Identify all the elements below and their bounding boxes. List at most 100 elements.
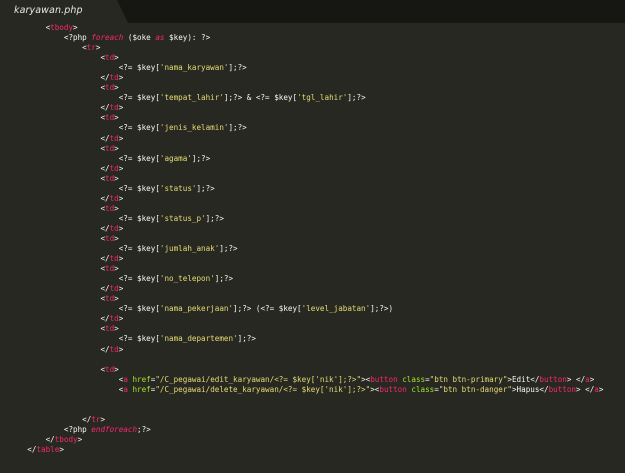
- code-token: td: [105, 233, 115, 243]
- code-token: </: [100, 193, 110, 203]
- code-token: >: [95, 43, 101, 53]
- code-token: >: [100, 414, 106, 424]
- code-line: </td>: [9, 345, 603, 355]
- code-token: >: [118, 73, 124, 83]
- code-token: tr: [86, 43, 96, 53]
- code-token: foreach: [86, 33, 124, 43]
- code-token: button: [370, 374, 398, 384]
- code-token: <?= $key[: [118, 153, 160, 163]
- code-token: ];?>: [347, 93, 366, 103]
- code-token: td: [105, 203, 115, 213]
- code-token: </: [100, 133, 110, 143]
- code-area: <tbody> <?php foreach ($oke as $key): ?>…: [9, 23, 603, 455]
- code-token: 'level_jabatan': [301, 304, 371, 314]
- code-token: button: [539, 374, 567, 384]
- code-token: >: [598, 384, 604, 394]
- code-token: td: [109, 73, 119, 83]
- code-token: tbody: [54, 434, 78, 444]
- code-token: td: [109, 223, 119, 233]
- code-token: td: [105, 113, 115, 123]
- code-token: ($oke: [123, 33, 156, 43]
- code-token: >: [118, 254, 124, 264]
- code-line: <?= $key['no_telepon'];?>: [9, 274, 603, 284]
- code-token: <?= $key[: [118, 63, 160, 73]
- code-line: </tr>: [9, 415, 603, 425]
- code-token: 'agama': [159, 153, 192, 163]
- code-token: </: [100, 103, 110, 113]
- code-token: ];?> (<?= $key[: [233, 304, 302, 314]
- code-token: "btn btn-primary": [429, 374, 508, 384]
- code-token: 'nama_karyawan': [159, 63, 229, 73]
- code-token: >: [114, 294, 119, 304]
- code-token: >: [114, 113, 119, 123]
- code-token: ];?>: [219, 244, 238, 254]
- code-token: td: [105, 53, 115, 63]
- code-line: </td>: [9, 164, 603, 174]
- code-token: $key): ?>: [164, 33, 211, 43]
- code-token: ];?>: [191, 153, 211, 163]
- code-line: <?= $key['agama'];?>: [9, 154, 603, 164]
- code-token: button: [548, 384, 576, 394]
- code-token: >: [114, 173, 119, 183]
- code-token: >: [118, 314, 124, 324]
- code-line: </tbody>: [9, 435, 603, 445]
- code-token: >: [589, 374, 595, 384]
- code-token: td: [109, 133, 119, 143]
- code-token: td: [105, 264, 115, 274]
- code-token: td: [105, 173, 115, 183]
- code-token: td: [109, 193, 119, 203]
- code-token: </: [100, 344, 110, 354]
- code-line: <?= $key['tempat_lahir'];?> & <?= $key['…: [9, 93, 603, 103]
- code-line: <td>: [9, 294, 603, 304]
- code-token: </: [100, 314, 110, 324]
- code-token: href: [127, 384, 151, 394]
- code-line: </td>: [9, 224, 603, 234]
- code-token: 'status': [159, 183, 197, 193]
- code-token: td: [109, 163, 119, 173]
- code-token: <?= $key[: [118, 213, 160, 223]
- code-token: td: [109, 103, 119, 113]
- code-token: ];?> & <?= $key[: [223, 93, 298, 103]
- tab-bar: karyawan.php: [0, 0, 625, 23]
- code-token: </: [100, 223, 110, 233]
- code-line: <?= $key['nama_departemen'];?>: [9, 334, 603, 344]
- code-token: ];?>: [214, 274, 234, 284]
- code-token: class: [406, 384, 435, 394]
- code-token: </: [100, 73, 110, 83]
- code-line: <td>: [9, 264, 603, 274]
- code-token: ><: [361, 374, 371, 384]
- code-line: <?= $key['jenis_kelamin'];?>: [9, 123, 603, 133]
- code-line: <td>: [9, 113, 603, 123]
- tab-karyawan-php[interactable]: karyawan.php: [0, 0, 128, 23]
- code-line: </td>: [9, 194, 603, 204]
- code-line: </td>: [9, 314, 603, 324]
- code-token: td: [105, 143, 115, 153]
- code-token: >: [118, 344, 124, 354]
- code-token: >: [114, 83, 119, 93]
- code-token: ];?>: [237, 334, 256, 344]
- code-line: <?= $key['status_p'];?>: [9, 214, 603, 224]
- code-editor[interactable]: <tbody> <?php foreach ($oke as $key): ?>…: [0, 23, 625, 473]
- code-token: >: [118, 163, 124, 173]
